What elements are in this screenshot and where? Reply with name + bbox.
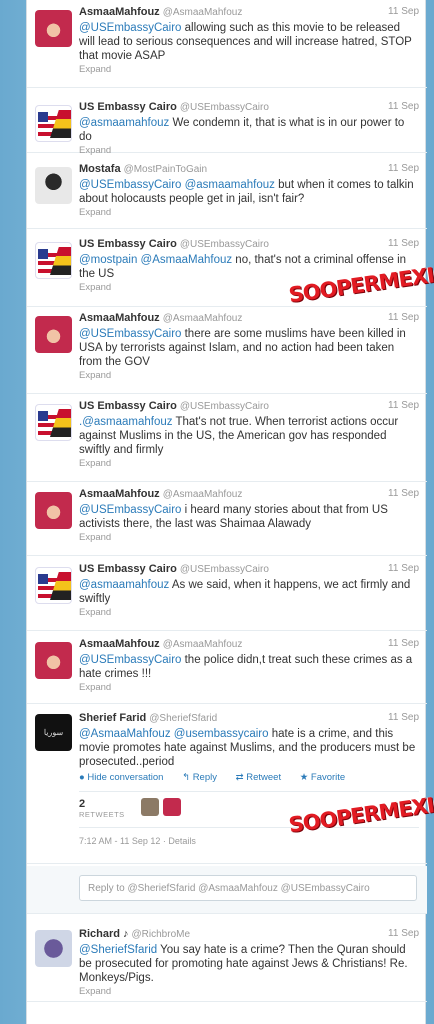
tweet[interactable]: AsmaaMahfouz @AsmaaMahfouz 11 Sep @USEmbas… — [27, 482, 427, 556]
author-handle[interactable]: @USEmbassyCairo — [180, 102, 269, 113]
author-name[interactable]: US Embassy Cairo — [79, 400, 177, 412]
favorite-button[interactable]: ★ Favorite — [300, 772, 353, 783]
mention-link[interactable]: @USEmbassyCairo — [79, 22, 181, 34]
avatar[interactable] — [35, 404, 72, 441]
expand-link[interactable]: Expand — [79, 607, 419, 618]
tweet-time[interactable]: 11 Sep — [388, 712, 419, 723]
tweet[interactable]: US Embassy Cairo @USEmbassyCairo 11 Sep .@… — [27, 394, 427, 482]
expand-link[interactable]: Expand — [79, 207, 419, 218]
reply-area: Reply to @SheriefSfarid @AsmaaMahfouz @U… — [27, 866, 427, 914]
expand-link[interactable]: Expand — [79, 370, 419, 381]
tweet-text: @USEmbassyCairo there are some muslims h… — [79, 328, 406, 368]
reply-button[interactable]: ↰ Reply — [182, 772, 225, 783]
author-name[interactable]: AsmaaMahfouz — [79, 6, 160, 18]
tweet-timestamp[interactable]: 7:12 AM - 11 Sep 12 · Details — [79, 827, 419, 853]
tweet-text: @USEmbassyCairo i heard many stories abo… — [79, 504, 388, 530]
next-tweet-partial[interactable] — [27, 1006, 427, 1024]
expand-link[interactable]: Expand — [79, 145, 419, 156]
author-handle[interactable]: @RichbroMe — [132, 929, 191, 940]
author-name[interactable]: AsmaaMahfouz — [79, 638, 160, 650]
tweet-text: @AsmaaMahfouz @usembassycairo hate is a … — [79, 728, 416, 768]
tweet-time[interactable]: 11 Sep — [388, 163, 419, 174]
author-handle[interactable]: @AsmaaMahfouz — [163, 7, 243, 18]
tweet-text: @USEmbassyCairo the police didn,t treat … — [79, 654, 413, 680]
hide-conversation-button[interactable]: ● Hide conversation — [79, 772, 171, 783]
avatar[interactable] — [35, 567, 72, 604]
mention-link[interactable]: @USEmbassyCairo — [79, 328, 181, 340]
author-name[interactable]: US Embassy Cairo — [79, 238, 177, 250]
avatar[interactable] — [35, 930, 72, 967]
tweet-text: .@asmaamahfouz That's not true. When ter… — [79, 416, 399, 456]
mention-link[interactable]: @AsmaaMahfouz @usembassycairo — [79, 728, 269, 740]
author-handle[interactable]: @USEmbassyCairo — [180, 239, 269, 250]
conversation-timeline: AsmaaMahfouz @AsmaaMahfouz 11 Sep @USEmbas… — [26, 0, 427, 1024]
mention-link[interactable]: @USEmbassyCairo — [79, 654, 181, 666]
expand-link[interactable]: Expand — [79, 682, 419, 693]
author-name[interactable]: US Embassy Cairo — [79, 101, 177, 113]
avatar[interactable] — [35, 10, 72, 47]
mention-link[interactable]: .@asmaamahfouz — [79, 416, 173, 428]
retweet-button[interactable]: ⇄ Retweet — [236, 772, 289, 783]
tweet-time[interactable]: 11 Sep — [388, 928, 419, 939]
tweet-time[interactable]: 11 Sep — [388, 312, 419, 323]
author-handle[interactable]: @AsmaaMahfouz — [163, 639, 243, 650]
author-name[interactable]: Richard ♪ — [79, 928, 129, 940]
tweet-time[interactable]: 11 Sep — [388, 638, 419, 649]
tweet-time[interactable]: 11 Sep — [388, 238, 419, 249]
expand-link[interactable]: Expand — [79, 458, 419, 469]
retweeter-avatar[interactable] — [163, 798, 181, 816]
tweet[interactable]: Richard ♪ @RichbroMe 11 Sep @SheriefSfarid… — [27, 922, 427, 1002]
author-handle[interactable]: @AsmaaMahfouz — [163, 313, 243, 324]
focused-tweet[interactable]: سوريا Sherief Farid @SheriefSfarid 11 Sep … — [27, 706, 427, 864]
tweet-time[interactable]: 11 Sep — [388, 563, 419, 574]
tweet-text: @USEmbassyCairo allowing such as this mo… — [79, 22, 412, 62]
avatar[interactable] — [35, 316, 72, 353]
author-handle[interactable]: @SheriefSfarid — [149, 713, 217, 724]
author-handle[interactable]: @USEmbassyCairo — [180, 401, 269, 412]
reply-input[interactable]: Reply to @SheriefSfarid @AsmaaMahfouz @U… — [79, 875, 417, 901]
tweet-actions: ● Hide conversation ↰ Reply ⇄ Retweet ★ … — [79, 772, 419, 783]
tweet-text: @asmaamahfouz As we said, when it happen… — [79, 579, 411, 605]
avatar[interactable] — [35, 642, 72, 679]
author-handle[interactable]: @USEmbassyCairo — [180, 564, 269, 575]
avatar[interactable] — [35, 167, 72, 204]
mention-link[interactable]: @mostpain @AsmaaMahfouz — [79, 254, 232, 266]
tweet-time[interactable]: 11 Sep — [388, 400, 419, 411]
author-name[interactable]: AsmaaMahfouz — [79, 312, 160, 324]
author-handle[interactable]: @MostPainToGain — [124, 164, 208, 175]
tweet-text: @asmaamahfouz We condemn it, that is wha… — [79, 117, 405, 143]
tweet[interactable]: AsmaaMahfouz @AsmaaMahfouz 11 Sep @USEmbas… — [27, 0, 427, 88]
author-name[interactable]: US Embassy Cairo — [79, 563, 177, 575]
avatar[interactable] — [35, 105, 72, 142]
expand-link[interactable]: Expand — [79, 986, 419, 997]
tweet-text: @SheriefSfarid You say hate is a crime? … — [79, 944, 408, 984]
retweeter-avatar[interactable] — [141, 798, 159, 816]
tweet[interactable]: US Embassy Cairo @USEmbassyCairo 11 Sep @a… — [27, 95, 427, 156]
mention-link[interactable]: @USEmbassyCairo — [79, 504, 181, 516]
author-name[interactable]: Sherief Farid — [79, 712, 146, 724]
expand-link[interactable]: Expand — [79, 64, 419, 75]
tweet[interactable]: Mostafa @MostPainToGain 11 Sep @USEmbassyC… — [27, 157, 427, 229]
tweet-time[interactable]: 11 Sep — [388, 6, 419, 17]
author-name[interactable]: AsmaaMahfouz — [79, 488, 160, 500]
author-handle[interactable]: @AsmaaMahfouz — [163, 489, 243, 500]
tweet[interactable]: AsmaaMahfouz @AsmaaMahfouz 11 Sep @USEmbas… — [27, 306, 427, 394]
avatar[interactable]: سوريا — [35, 714, 72, 751]
tweet[interactable]: AsmaaMahfouz @AsmaaMahfouz 11 Sep @USEmbas… — [27, 632, 427, 704]
author-name[interactable]: Mostafa — [79, 163, 121, 175]
expand-link[interactable]: Expand — [79, 532, 419, 543]
tweet-text: @USEmbassyCairo @asmaamahfouz but when i… — [79, 179, 414, 205]
mention-link[interactable]: @asmaamahfouz — [79, 579, 169, 591]
mention-link[interactable]: @asmaamahfouz — [79, 117, 169, 129]
avatar[interactable] — [35, 242, 72, 279]
tweet-time[interactable]: 11 Sep — [388, 488, 419, 499]
mention-link[interactable]: @USEmbassyCairo @asmaamahfouz — [79, 179, 275, 191]
tweet[interactable]: US Embassy Cairo @USEmbassyCairo 11 Sep @a… — [27, 557, 427, 631]
mention-link[interactable]: @SheriefSfarid — [79, 944, 157, 956]
avatar[interactable] — [35, 492, 72, 529]
tweet-time[interactable]: 11 Sep — [388, 101, 419, 112]
